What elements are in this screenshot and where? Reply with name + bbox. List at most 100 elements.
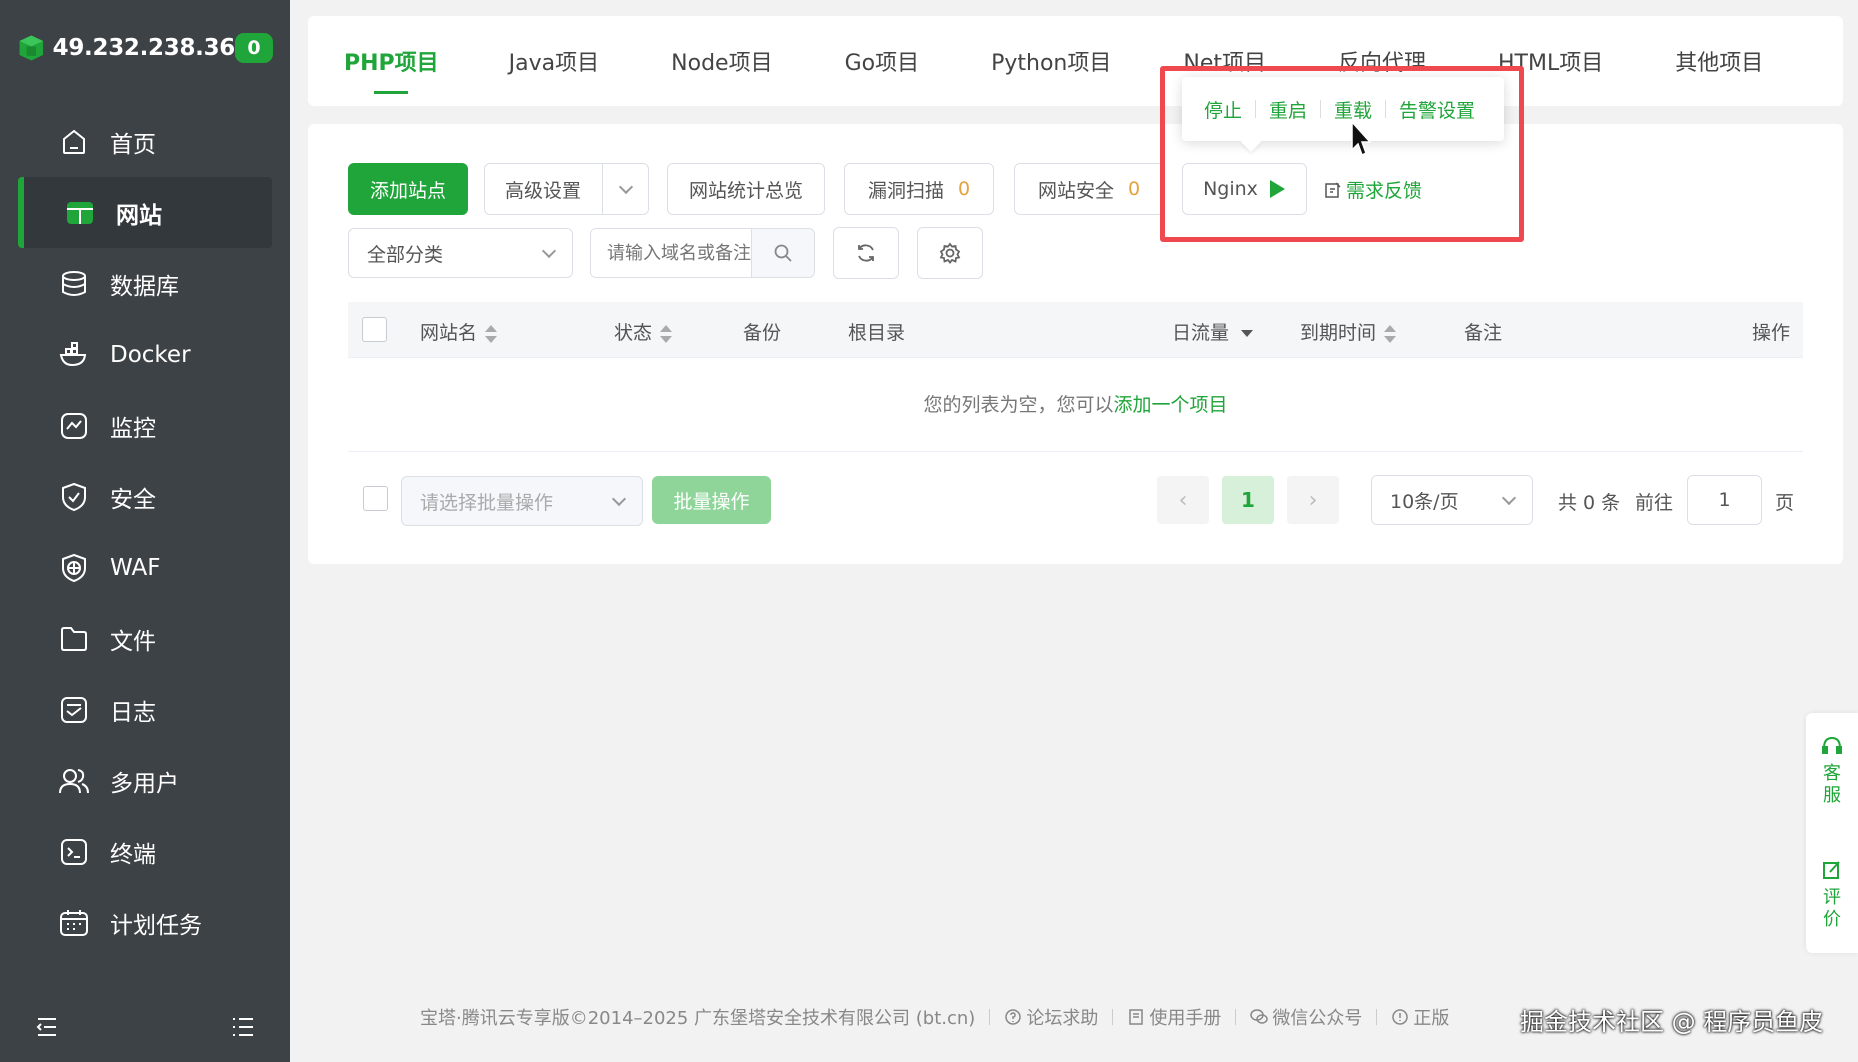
sidebar-item-label: WAF <box>110 554 161 581</box>
tab-node[interactable]: Node项目 <box>671 16 772 106</box>
sidebar-item-label: Docker <box>110 341 191 368</box>
site-stats-button[interactable]: 网站统计总览 <box>667 163 825 215</box>
refresh-icon <box>858 244 874 262</box>
edit-icon <box>1823 861 1840 879</box>
reload-button[interactable]: 重载 <box>1334 96 1372 123</box>
vuln-scan-label: 漏洞扫描 <box>867 179 944 202</box>
refresh-button[interactable] <box>833 227 899 279</box>
sidebar-item-waf[interactable]: WAF <box>0 532 290 603</box>
sidebar-item-terminal[interactable]: 终端 <box>0 816 290 887</box>
sidebar-item-security[interactable]: 安全 <box>0 461 290 532</box>
page-size-value: 10条/页 <box>1390 490 1459 513</box>
tab-go[interactable]: Go项目 <box>845 16 920 106</box>
advanced-settings-label: 高级设置 <box>505 179 582 202</box>
page-size-select[interactable]: 10条/页 <box>1371 475 1533 525</box>
tab-python[interactable]: Python项目 <box>991 16 1111 106</box>
settings-button[interactable] <box>917 227 983 279</box>
empty-text: 您的列表为空，您可以 <box>923 394 1114 416</box>
sidebar-item-label: 安全 <box>110 486 156 513</box>
add-site-button[interactable]: 添加站点 <box>348 163 468 215</box>
col-site-name[interactable]: 网站名 <box>420 318 498 345</box>
nginx-label: Nginx <box>1203 178 1258 200</box>
database-icon <box>58 268 90 300</box>
customer-service-button[interactable]: 客服 <box>1806 735 1858 807</box>
search-button[interactable] <box>751 229 814 277</box>
sidebar-item-cron[interactable]: 计划任务 <box>0 887 290 958</box>
sidebar-item-label: 终端 <box>110 841 156 868</box>
site-security-button[interactable]: 网站安全 0 <box>1014 163 1164 215</box>
select-all-checkbox[interactable] <box>362 317 387 342</box>
tab-other[interactable]: 其他项目 <box>1675 16 1763 106</box>
stop-button[interactable]: 停止 <box>1204 96 1242 123</box>
wechat-link[interactable]: 微信公众号 <box>1272 1004 1362 1030</box>
server-badge[interactable]: 0 <box>235 33 273 63</box>
website-icon <box>64 197 96 229</box>
batch-checkbox[interactable] <box>363 486 388 511</box>
server-info[interactable]: 49.232.238.36 0 <box>18 30 273 66</box>
mouse-cursor-icon <box>1351 120 1372 157</box>
side-float-panel: 客服 评价 <box>1806 713 1858 953</box>
search-icon <box>774 244 792 262</box>
restart-button[interactable]: 重启 <box>1269 96 1307 123</box>
sort-icon <box>1384 324 1397 343</box>
batch-action-button[interactable]: 批量操作 <box>652 476 771 524</box>
wechat-icon <box>1250 1009 1269 1024</box>
col-expire[interactable]: 到期时间 <box>1300 318 1397 345</box>
manual-link[interactable]: 使用手册 <box>1149 1004 1221 1030</box>
site-security-label: 网站安全 <box>1037 179 1114 202</box>
nginx-button[interactable]: Nginx <box>1182 163 1307 215</box>
advanced-dropdown[interactable] <box>602 164 648 214</box>
collapse-sidebar-icon[interactable] <box>34 1014 60 1040</box>
sidebar-item-home[interactable]: 首页 <box>0 106 290 177</box>
sidebar-item-monitor[interactable]: 监控 <box>0 390 290 461</box>
menu-list-icon[interactable] <box>230 1014 256 1040</box>
vuln-scan-button[interactable]: 漏洞扫描 0 <box>844 163 994 215</box>
next-page-button[interactable]: › <box>1287 476 1339 524</box>
category-select[interactable]: 全部分类 <box>348 228 573 278</box>
rate-button[interactable]: 评价 <box>1806 859 1858 931</box>
customer-service-label: 客服 <box>1823 763 1841 806</box>
chevron-down-icon <box>611 491 627 507</box>
table-header: 网站名 状态 备份 根目录 日流量 到期时间 备注 操作 <box>348 302 1803 358</box>
sidebar-item-website[interactable]: 网站 <box>18 177 272 248</box>
edit-icon <box>1325 181 1341 198</box>
alert-settings-button[interactable]: 告警设置 <box>1399 96 1475 123</box>
tab-html[interactable]: HTML项目 <box>1498 16 1603 106</box>
sidebar-item-docker[interactable]: Docker <box>0 319 290 390</box>
empty-message: 您的列表为空，您可以添加一个项目 <box>348 358 1803 452</box>
sidebar-item-label: 监控 <box>110 415 156 442</box>
batch-select[interactable]: 请选择批量操作 <box>401 476 643 526</box>
col-traffic[interactable]: 日流量 <box>1172 318 1254 345</box>
site-list-card: 添加站点 高级设置 网站统计总览 漏洞扫描 0 网站安全 0 Nginx 全部分… <box>308 124 1843 564</box>
divider <box>1255 100 1257 118</box>
add-project-link[interactable]: 添加一个项目 <box>1114 394 1228 416</box>
page-1-button[interactable]: 1 <box>1222 476 1274 524</box>
feedback-link[interactable]: 需求反馈 <box>1324 176 1422 203</box>
calendar-icon <box>58 907 90 939</box>
tab-java[interactable]: Java项目 <box>509 16 599 106</box>
waf-icon <box>58 552 90 584</box>
forum-link[interactable]: 论坛求助 <box>1026 1004 1098 1030</box>
search-input[interactable] <box>591 229 751 277</box>
manual-icon <box>1129 1009 1144 1025</box>
advanced-settings-button[interactable]: 高级设置 <box>484 163 649 215</box>
chevron-down-icon <box>1501 490 1517 506</box>
sort-icon <box>485 324 498 343</box>
prev-page-button[interactable]: ‹ <box>1157 476 1209 524</box>
sidebar-item-label: 日志 <box>110 699 156 726</box>
sidebar-item-users[interactable]: 多用户 <box>0 745 290 816</box>
sidebar-item-logs[interactable]: 日志 <box>0 674 290 745</box>
sidebar-item-label: 首页 <box>110 131 156 158</box>
col-status[interactable]: 状态 <box>614 318 673 345</box>
vuln-count: 0 <box>957 178 971 200</box>
tab-php[interactable]: PHP项目 <box>344 16 469 106</box>
sidebar-item-database[interactable]: 数据库 <box>0 248 290 319</box>
genuine-link[interactable]: 正版 <box>1413 1004 1449 1030</box>
project-tabs: PHP项目 Java项目 Node项目 Go项目 Python项目 Net项目 … <box>308 16 1843 106</box>
total-count: 共 0 条 <box>1558 492 1621 514</box>
category-value: 全部分类 <box>367 243 444 266</box>
page-unit: 页 <box>1775 492 1795 514</box>
goto-page-input[interactable]: 1 <box>1687 475 1762 525</box>
nginx-popup-menu: 停止 重启 重载 告警设置 <box>1182 77 1504 141</box>
sidebar-item-files[interactable]: 文件 <box>0 603 290 674</box>
